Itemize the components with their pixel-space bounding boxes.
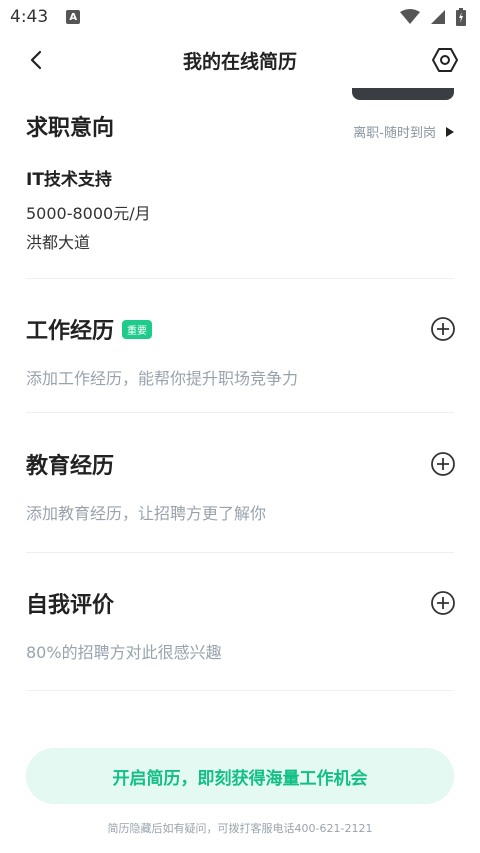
- battery-icon: [456, 8, 466, 26]
- work-location: 洪都大道: [26, 233, 91, 252]
- job-status-text: 离职-随时到岗: [353, 126, 436, 141]
- work-experience-section[interactable]: 工作经历 重要 添加工作经历，能帮你提升职场竞争力: [26, 313, 456, 389]
- next-section-peek: [26, 727, 146, 735]
- self-evaluation-title: 自我评价: [26, 593, 115, 618]
- important-badge: 重要: [122, 319, 153, 339]
- add-work-experience-icon[interactable]: [430, 316, 456, 342]
- enable-resume-button[interactable]: 开启简历，即刻获得海量工作机会: [26, 748, 454, 804]
- status-time: 4:43: [10, 7, 49, 27]
- page-title: 我的在线简历: [182, 50, 297, 73]
- notification-icon: A: [66, 10, 81, 24]
- divider: [26, 690, 454, 691]
- work-experience-desc: 添加工作经历，能帮你提升职场竞争力: [26, 369, 299, 388]
- salary-range: 5000-8000元/月: [26, 204, 151, 223]
- wifi-icon: [400, 9, 420, 24]
- education-desc: 添加教育经历，让招聘方更了解你: [26, 504, 267, 523]
- divider: [26, 412, 454, 413]
- triangle-right-icon: [446, 126, 454, 137]
- education-section[interactable]: 教育经历 添加教育经历，让招聘方更了解你: [26, 448, 456, 524]
- status-bar: 4:43 A: [0, 0, 480, 34]
- header: 我的在线简历: [0, 34, 480, 86]
- add-education-icon[interactable]: [430, 451, 456, 477]
- job-status-selector[interactable]: 离职-随时到岗: [353, 122, 454, 141]
- add-self-evaluation-icon[interactable]: [430, 590, 456, 616]
- chevron-left-icon: [30, 50, 42, 70]
- self-evaluation-desc: 80%的招聘方对此很感兴趣: [26, 643, 222, 662]
- education-title: 教育经历: [26, 454, 115, 479]
- cellular-signal-icon: [431, 10, 445, 24]
- work-experience-title: 工作经历: [26, 319, 115, 344]
- settings-button[interactable]: [430, 45, 460, 75]
- gear-icon: [432, 48, 458, 72]
- divider: [26, 552, 454, 553]
- status-icons: [400, 8, 466, 26]
- job-intention-section[interactable]: 求职意向 离职-随时到岗 IT技术支持 5000-8000元/月 洪都大道: [26, 110, 456, 252]
- self-evaluation-section[interactable]: 自我评价 80%的招聘方对此很感兴趣: [26, 587, 456, 663]
- divider: [26, 278, 454, 279]
- tooltip-tail: [352, 88, 454, 100]
- footer-note: 简历隐藏后如有疑问，可拨打客服电话400-621-2121: [107, 822, 373, 835]
- job-title: IT技术支持: [26, 170, 112, 190]
- back-button[interactable]: [22, 46, 50, 74]
